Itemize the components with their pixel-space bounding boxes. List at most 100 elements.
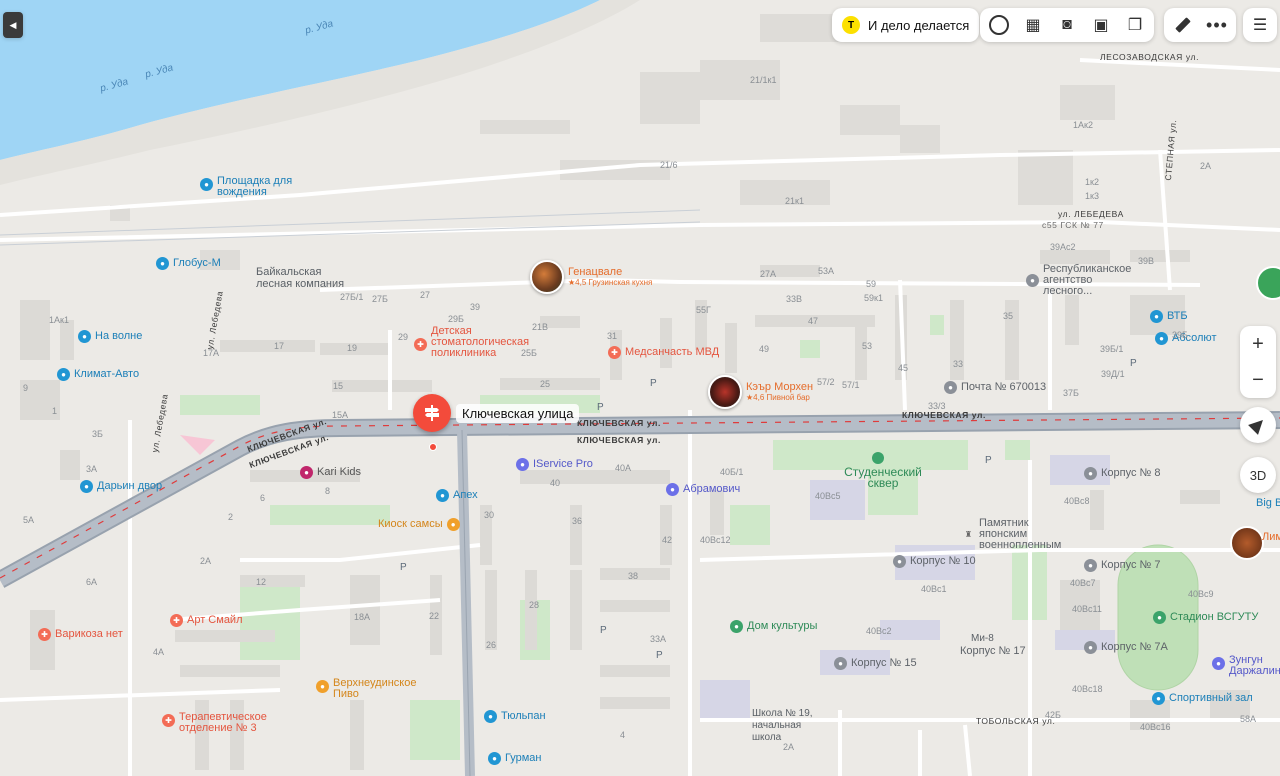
collapse-panel-button[interactable]: ◀ <box>3 12 23 38</box>
house-number: 39Ас2 <box>1050 242 1076 252</box>
partial-photo-poi[interactable] <box>1230 526 1264 560</box>
poi[interactable]: ● Почта № 670013 <box>944 381 1046 394</box>
map-layer-button[interactable]: ▦ <box>1016 7 1050 43</box>
promo-label: И дело делается <box>868 17 970 33</box>
shop-icon: ● <box>1155 332 1168 345</box>
house-number: 8 <box>325 486 331 496</box>
poi[interactable]: ● Корпус № 10 <box>893 555 976 568</box>
poi[interactable]: ● Корпус № 8 <box>1084 467 1161 480</box>
house-number: 29Б <box>448 314 464 324</box>
poi[interactable]: ● Глобус-М <box>156 257 221 270</box>
poi[interactable]: ● Корпус № 7 <box>1084 559 1161 572</box>
3d-button[interactable]: 3D <box>1240 457 1276 493</box>
chevron-left-icon: ◀ <box>9 19 17 30</box>
house-number: 40Вс11 <box>1072 604 1102 614</box>
poi-label: Арт Смайл <box>187 614 243 626</box>
transit-button[interactable]: ▣ <box>1084 7 1118 43</box>
bus-icon: ● <box>156 257 169 270</box>
featured-place[interactable]: Кэър Морхен ★4,6 Пивной бар <box>708 375 813 409</box>
poi-label: Корпус № 7 <box>1101 559 1161 571</box>
gym-icon: ● <box>1152 692 1165 705</box>
poi[interactable]: ♜ Памятник японским военнопленным <box>962 518 1079 551</box>
ruler-icon <box>1175 17 1191 33</box>
poi[interactable]: ● Климат-Авто <box>57 368 139 381</box>
panorama-button[interactable] <box>982 7 1016 43</box>
medical-icon: ✚ <box>608 346 621 359</box>
featured-rating: ★4,5 Грузинская кухня <box>568 278 653 287</box>
poi[interactable]: ● IService Pro <box>516 458 593 471</box>
my-location-button[interactable] <box>1240 407 1276 443</box>
poi[interactable]: Корпус № 17 <box>960 646 1026 657</box>
location-arrow-icon <box>1248 415 1268 435</box>
poi-label: Корпус № 15 <box>851 657 917 669</box>
poi[interactable]: ● Абрамович <box>666 483 740 496</box>
zoom-in-button[interactable]: + <box>1252 334 1264 354</box>
house-number: 40Вс5 <box>815 491 841 501</box>
pharmacy-icon: ● <box>436 489 449 502</box>
poi[interactable]: Студенческий сквер <box>838 466 928 489</box>
house-number: 59 <box>866 279 877 289</box>
poi-label: Тюльпан <box>501 710 546 722</box>
poi[interactable]: ✚ Варикоза нет <box>38 628 123 641</box>
house-number: 28 <box>529 600 540 610</box>
poi[interactable]: ● ВТБ <box>1150 310 1188 323</box>
house-number: 2А <box>1200 161 1212 171</box>
house-number: 40Вс8 <box>1064 496 1090 506</box>
promo-button[interactable]: T И дело делается <box>832 8 980 42</box>
poi[interactable]: ● Корпус № 7А <box>1084 641 1168 654</box>
poi-label: Стадион ВСГУТУ <box>1170 611 1259 623</box>
poi[interactable]: ● Гурман <box>488 752 541 765</box>
selected-place-pin[interactable] <box>413 394 451 432</box>
house-number: 36 <box>572 516 583 526</box>
poi-icon: ● <box>57 368 70 381</box>
poi-label: Дарьин двор <box>97 480 163 492</box>
poi[interactable]: ● Стадион ВСГУТУ <box>1153 611 1258 624</box>
poi[interactable]: ● Дом культуры <box>730 620 817 633</box>
house-number: 42Б <box>1045 710 1061 720</box>
poi-label: ВТБ <box>1167 310 1188 322</box>
poi[interactable]: ● Корпус № 15 <box>834 657 917 670</box>
zoom-control: + − <box>1240 326 1276 398</box>
poi[interactable]: ● Верхнеудинское Пиво <box>316 678 443 700</box>
poi[interactable]: ● На волне <box>78 330 142 343</box>
featured-rating: ★4,6 Пивной бар <box>746 393 810 402</box>
zoom-out-button[interactable]: − <box>1252 370 1264 390</box>
poi[interactable]: ● Апех <box>436 489 478 502</box>
poi[interactable]: ● Республиканское агентство лесного... <box>1026 264 1139 297</box>
house-number: 40Вс7 <box>1070 578 1096 588</box>
layers-button[interactable]: ❐ <box>1118 7 1152 43</box>
map-canvas[interactable] <box>0 0 1280 776</box>
more-icon: ••• <box>1206 14 1228 35</box>
poi[interactable]: ● Площадка для вождения <box>200 176 297 198</box>
poi[interactable]: ● Спортивный зал <box>1152 692 1253 705</box>
featured-place[interactable]: Генацвале ★4,5 Грузинская кухня <box>530 260 652 294</box>
poi[interactable]: ● Тюльпан <box>484 710 546 723</box>
medical-icon: ✚ <box>414 338 427 351</box>
more-button[interactable]: ••• <box>1200 7 1234 43</box>
poi[interactable]: ● Kari Kids <box>300 466 361 479</box>
house-number: 3Б <box>92 429 103 439</box>
shop-icon: ● <box>484 710 497 723</box>
poi[interactable]: ✚ Арт Смайл <box>170 614 243 627</box>
house-number: 39Д/1 <box>1101 369 1125 379</box>
house-number: 3А <box>86 464 98 474</box>
camera-button[interactable]: ◙ <box>1050 7 1084 43</box>
selected-place-title[interactable]: Ключевская улица <box>456 404 580 423</box>
poi[interactable]: Big B <box>1256 498 1280 509</box>
poi[interactable]: ● Киоск самсы <box>378 518 460 531</box>
map-icon: ▦ <box>1025 17 1041 34</box>
poi[interactable]: ✚ Медсанчасть МВД <box>608 346 719 359</box>
shop-icon: ● <box>1212 657 1225 670</box>
street-label-klyuchevskaya: КЛЮЧЕВСКАЯ ул. <box>577 435 661 445</box>
ruler-button[interactable] <box>1166 7 1200 43</box>
menu-button[interactable]: ☰ <box>1243 8 1277 42</box>
house-number: 6А <box>86 577 98 587</box>
poi[interactable]: ● Зунгун Даржалинг <box>1212 655 1280 677</box>
house-number: 2А <box>783 742 795 752</box>
poi[interactable]: ● Дарьин двор <box>80 480 162 493</box>
house-number: 5А <box>23 515 35 525</box>
poi[interactable]: ✚ Терапевтическое отделение № 3 <box>162 712 299 734</box>
house-number: 9 <box>23 383 29 393</box>
house-number: 40А <box>615 463 632 473</box>
bus-icon: ▣ <box>1093 17 1109 34</box>
